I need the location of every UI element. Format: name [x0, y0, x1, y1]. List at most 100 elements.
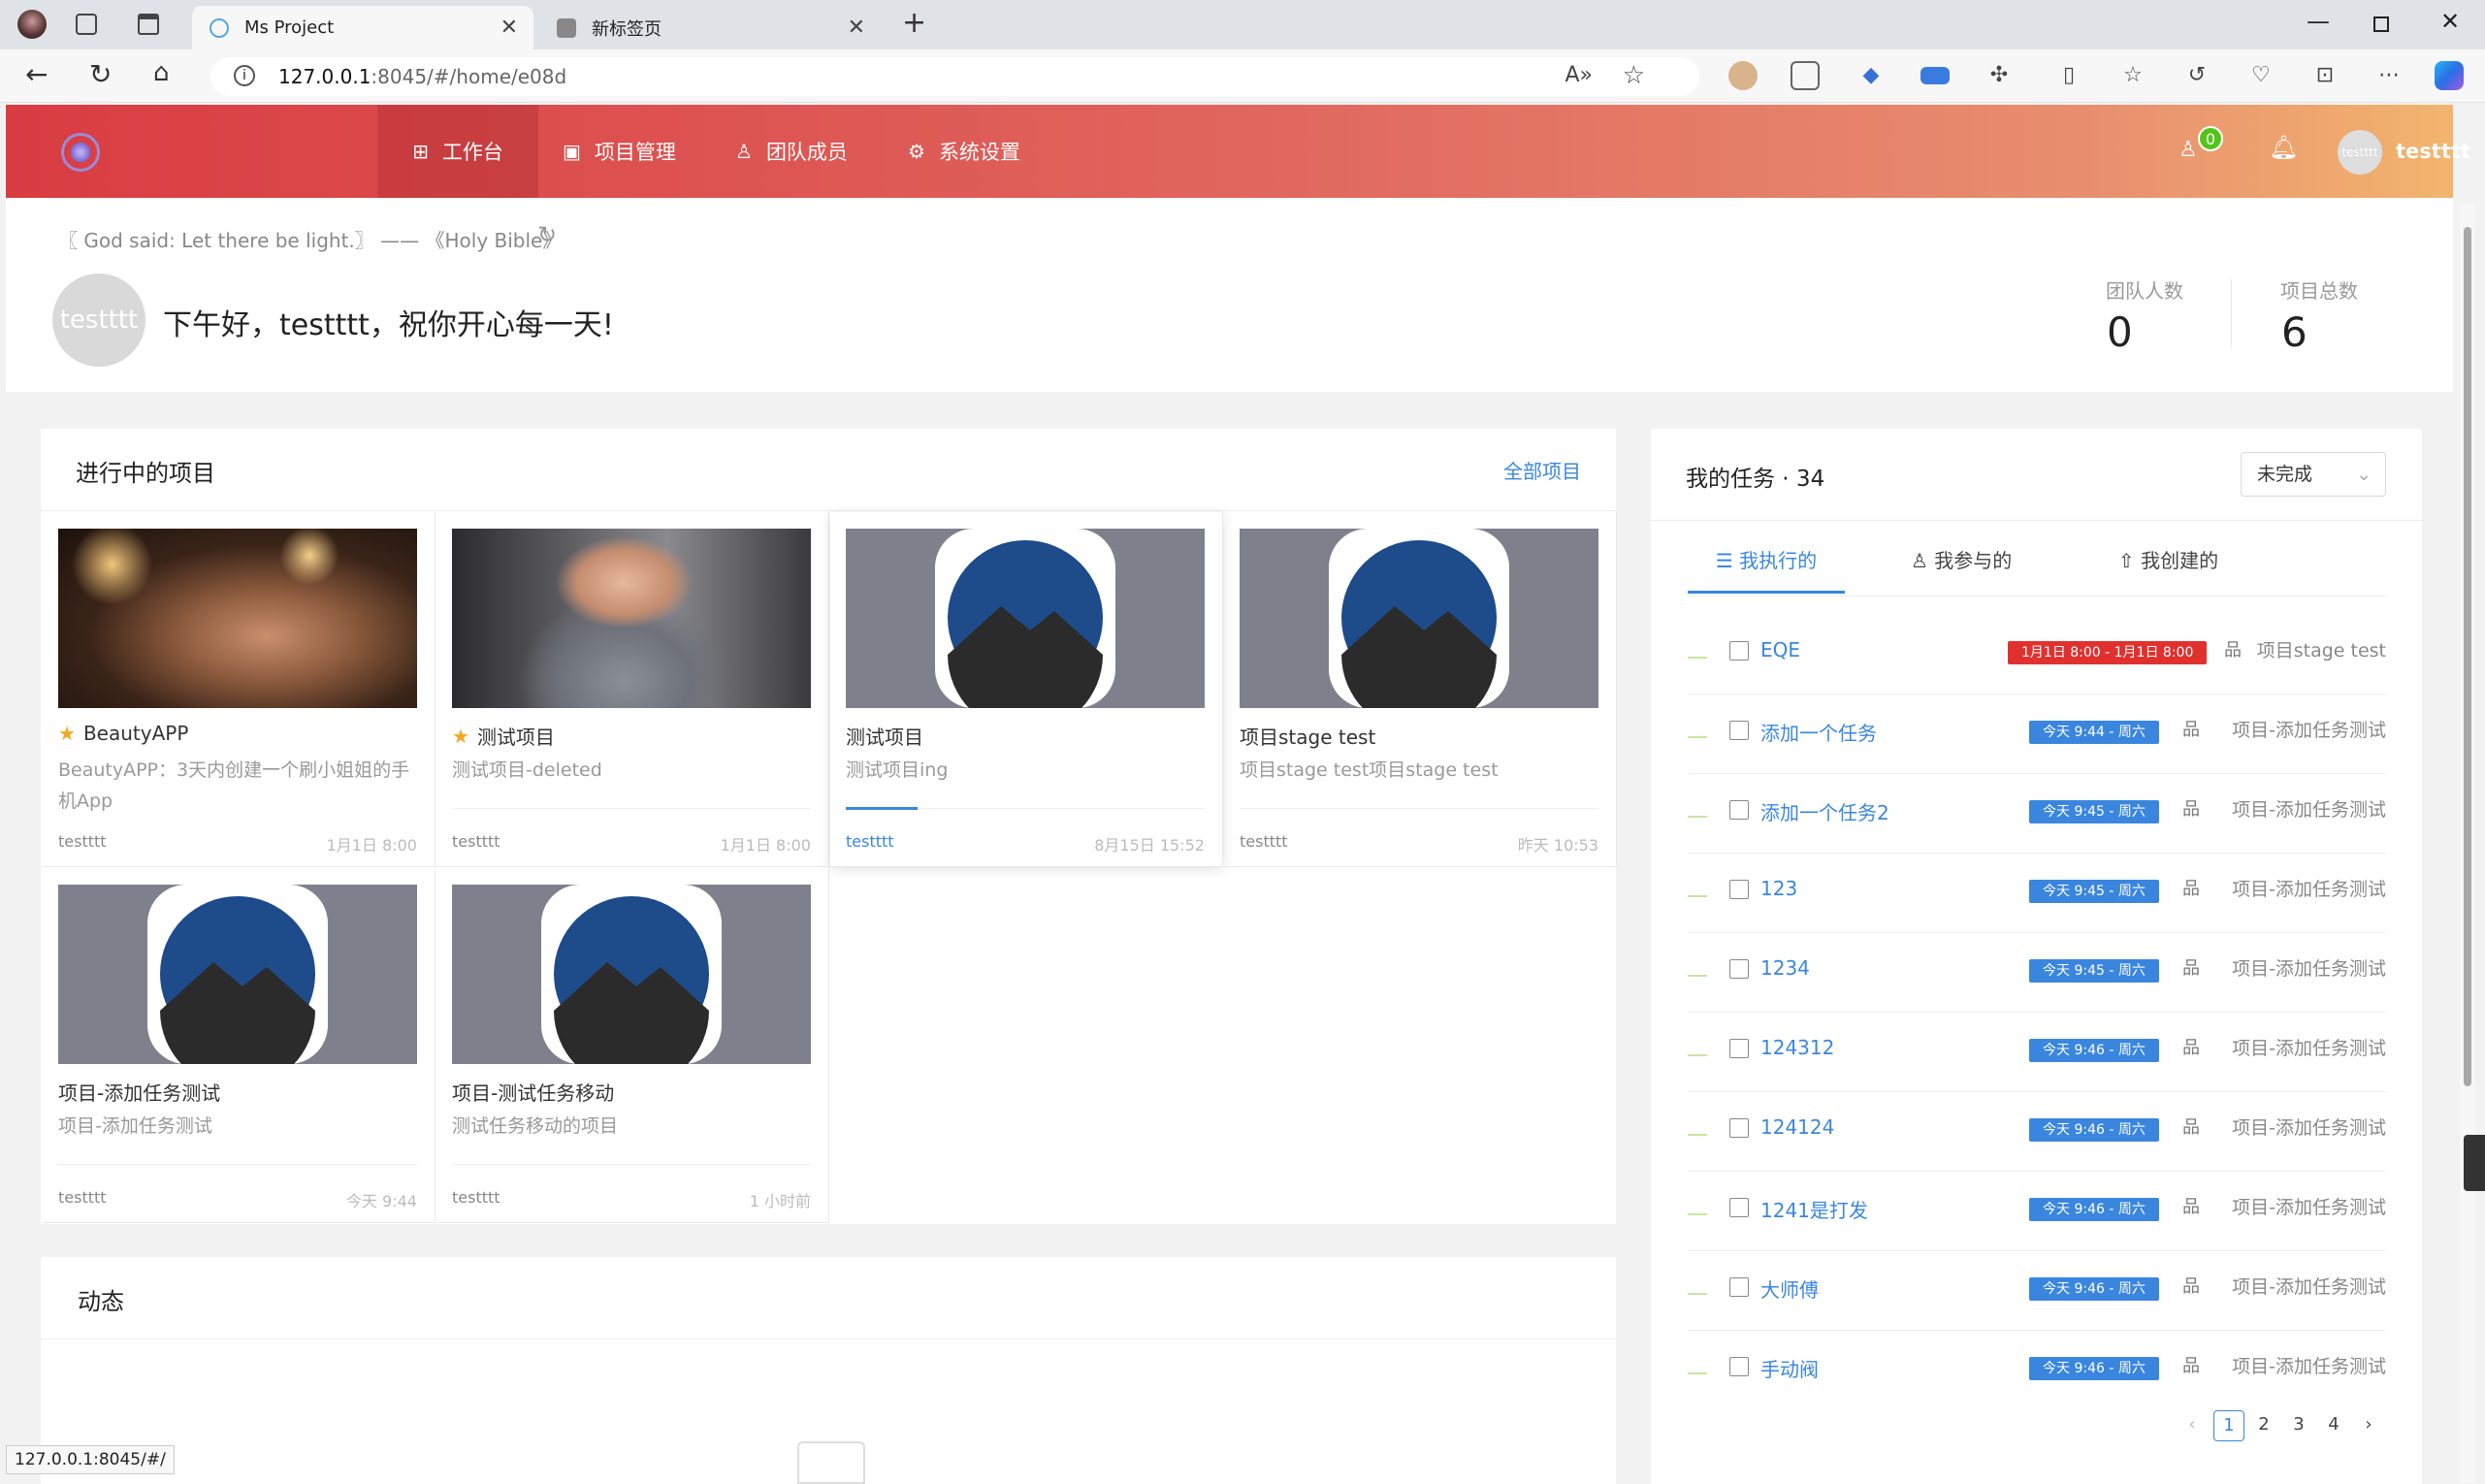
close-tab-icon[interactable]: ✕ [500, 16, 518, 40]
task-row[interactable]: 手动阀 今天 9:46 - 周六 品 项目-添加任务测试 [1688, 1331, 2386, 1410]
default-project-icon [58, 885, 417, 1064]
task-project: 项目stage test [2256, 640, 2386, 661]
task-checkbox[interactable] [1729, 959, 1749, 979]
extension-avatar-icon[interactable] [1728, 61, 1758, 90]
page-scrollbar[interactable] [2460, 204, 2475, 1482]
tab-executed[interactable]: ☰ 我执行的 [1688, 545, 1845, 594]
task-name[interactable]: 大师傅 [1760, 1274, 1819, 1303]
tab-actions-icon[interactable] [138, 14, 159, 35]
pagination-page-3[interactable]: 3 [2283, 1410, 2314, 1441]
site-info-icon[interactable]: i [234, 65, 255, 86]
task-checkbox[interactable] [1729, 800, 1749, 820]
app-logo-icon[interactable] [61, 133, 100, 172]
all-projects-link[interactable]: 全部项目 [1503, 456, 1581, 484]
task-name[interactable]: 添加一个任务2 [1760, 797, 1889, 825]
task-row[interactable]: 123 今天 9:45 - 周六 品 项目-添加任务测试 [1688, 854, 2386, 933]
project-tree-icon: 品 [2182, 1197, 2200, 1217]
refresh-quote-icon[interactable]: ↻ [537, 221, 557, 248]
url-field[interactable]: i 127.0.0.1:8045/#/home/e08d A» ☆ [210, 57, 1699, 96]
header-user-name[interactable]: testttt [2396, 140, 2470, 163]
nav-team[interactable]: ♙ 团队成员 [735, 105, 848, 198]
copilot-icon[interactable] [2435, 61, 2464, 90]
task-name[interactable]: 1241是打发 [1760, 1195, 1868, 1223]
header-avatar[interactable]: testttt [2338, 130, 2382, 175]
home-icon[interactable]: ⌂ [153, 58, 170, 87]
profile-avatar[interactable] [17, 10, 47, 39]
task-checkbox[interactable] [1729, 1118, 1749, 1138]
minimize-icon[interactable]: — [2307, 8, 2330, 35]
task-checkbox[interactable] [1729, 1277, 1749, 1297]
extension-blue-icon[interactable]: ◆ [1856, 61, 1886, 90]
tab-participated[interactable]: ♙ 我参与的 [1911, 545, 2012, 573]
task-checkbox[interactable] [1729, 721, 1749, 740]
restore-icon[interactable] [2373, 16, 2389, 32]
pagination-page-4[interactable]: 4 [2318, 1410, 2349, 1441]
task-name[interactable]: 添加一个任务 [1760, 718, 1877, 746]
task-name[interactable]: 124312 [1760, 1036, 1834, 1059]
refresh-icon[interactable]: ↻ [89, 58, 112, 90]
read-aloud-icon[interactable]: A» [1565, 63, 1593, 87]
task-row[interactable]: 1241是打发 今天 9:46 - 周六 品 项目-添加任务测试 [1688, 1172, 2386, 1251]
task-name[interactable]: EQE [1760, 638, 1800, 661]
new-tab-icon[interactable]: + [902, 6, 926, 40]
history-icon[interactable]: ↺ [2182, 61, 2211, 90]
priority-indicator [1688, 816, 1707, 818]
nav-projects[interactable]: ▣ 项目管理 [563, 105, 676, 198]
task-row[interactable]: 124124 今天 9:46 - 周六 品 项目-添加任务测试 [1688, 1092, 2386, 1172]
task-name[interactable]: 1234 [1760, 956, 1810, 980]
task-name[interactable]: 123 [1760, 877, 1797, 900]
tab-ms-project[interactable]: Ms Project ✕ [192, 6, 533, 49]
pagination-page-1[interactable]: 1 [2213, 1410, 2244, 1441]
project-card[interactable]: ★ BeautyAPP BeautyAPP：3天内创建一个刷小姐姐的手机App t… [43, 512, 436, 867]
project-card[interactable]: 项目stage test 项目stage test项目stage test te… [1224, 512, 1617, 867]
side-tool-icon[interactable] [2464, 1135, 2485, 1191]
project-card[interactable]: ★ 测试项目 测试项目-deleted testttt 1月1日 8:00 [436, 512, 829, 867]
projects-title: 进行中的项目 [76, 460, 215, 487]
task-checkbox[interactable] [1729, 1357, 1749, 1376]
favorite-star-icon[interactable]: ☆ [1623, 61, 1645, 90]
nav-dashboard[interactable]: ⊞ 工作台 [377, 105, 538, 198]
task-row[interactable]: 添加一个任务 今天 9:44 - 周六 品 项目-添加任务测试 [1688, 694, 2386, 774]
extensions-puzzle-icon[interactable]: ✣ [1985, 61, 2014, 90]
task-row[interactable]: EQE 1月1日 8:00 - 1月1日 8:00 品 项目stage test [1688, 615, 2386, 694]
task-row[interactable]: 大师傅 今天 9:46 - 周六 品 项目-添加任务测试 [1688, 1251, 2386, 1331]
split-screen-icon[interactable]: ▯ [2054, 61, 2083, 90]
extension-rect-icon[interactable] [1920, 67, 1950, 84]
pagination-page-2[interactable]: 2 [2248, 1410, 2279, 1441]
bell-icon[interactable]: 🔔︎ [2269, 134, 2298, 161]
task-name[interactable]: 124124 [1760, 1115, 1834, 1139]
tab-new-tab[interactable]: 新标签页 ✕ [539, 6, 881, 49]
project-card[interactable]: 项目-添加任务测试 项目-添加任务测试 testttt 今天 9:44 [43, 868, 436, 1223]
priority-indicator [1688, 975, 1707, 977]
favorites-icon[interactable]: ☆ [2118, 61, 2147, 90]
task-row[interactable]: 添加一个任务2 今天 9:45 - 周六 品 项目-添加任务测试 [1688, 774, 2386, 854]
project-desc: BeautyAPP：3天内创建一个刷小姐姐的手机App [58, 759, 410, 812]
workspaces-icon[interactable] [76, 14, 97, 35]
task-filter-select[interactable]: 未完成 ⌄ [2241, 452, 2386, 497]
invite-icon[interactable]: ♙ [2178, 138, 2198, 162]
scrollbar-thumb[interactable] [2464, 227, 2471, 1086]
project-card[interactable]: 项目-测试任务移动 测试任务移动的项目 testttt 1 小时前 [436, 868, 829, 1223]
task-name[interactable]: 手动阀 [1760, 1354, 1819, 1382]
card-divider [452, 808, 811, 809]
more-options-icon[interactable]: ⋯ [2374, 61, 2404, 90]
tab-created[interactable]: ⇧ 我创建的 [2118, 545, 2218, 573]
task-checkbox[interactable] [1729, 1198, 1749, 1217]
document-icon[interactable] [1791, 61, 1820, 90]
close-tab-icon[interactable]: ✕ [848, 16, 865, 40]
close-window-icon[interactable]: ✕ [2440, 8, 2460, 35]
nav-settings[interactable]: ⚙ 系统设置 [908, 105, 1020, 198]
task-row[interactable]: 124312 今天 9:46 - 周六 品 项目-添加任务测试 [1688, 1013, 2386, 1092]
stat-projects-value: 6 [2281, 308, 2308, 356]
back-icon[interactable]: ← [25, 58, 48, 90]
pagination-prev[interactable]: ‹ [2177, 1410, 2208, 1441]
screenshot-icon[interactable]: ⊡ [2310, 61, 2340, 90]
pagination-next[interactable]: › [2353, 1410, 2384, 1441]
task-checkbox[interactable] [1729, 1039, 1749, 1058]
task-checkbox[interactable] [1729, 880, 1749, 899]
task-checkbox[interactable] [1729, 641, 1749, 661]
task-row[interactable]: 1234 今天 9:45 - 周六 品 项目-添加任务测试 [1688, 933, 2386, 1013]
project-card[interactable]: 测试项目 测试项目ing testttt 8月15日 15:52 [830, 512, 1223, 867]
project-icon: ▣ [563, 140, 581, 163]
browser-essentials-icon[interactable]: ♡ [2246, 61, 2275, 90]
